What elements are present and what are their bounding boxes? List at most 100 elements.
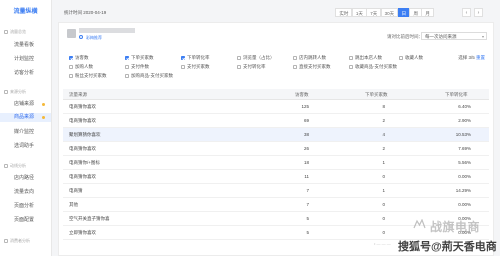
- cell-rate: 7.69%: [458, 146, 471, 151]
- nav-group-title: 动线分析: [10, 163, 26, 168]
- sidebar-item-page-analysis[interactable]: 页面分析: [0, 202, 51, 211]
- checkbox-icon: [125, 56, 129, 60]
- checkbox-icon: [399, 56, 403, 60]
- cell-buyers: 2: [382, 118, 385, 123]
- period-selector: 实时 1天 7天 30天 日 周 月: [335, 8, 434, 17]
- table-row[interactable]: 电商猜你喜欢 11 0 0.00%: [63, 170, 489, 184]
- metric-checkbox-visitors[interactable]: 访客数: [69, 55, 89, 61]
- table-row[interactable]: 其他 7 0 0.00%: [63, 198, 489, 212]
- checkbox-icon: [293, 65, 297, 69]
- sidebar-item-shop-source[interactable]: 店铺来源: [0, 100, 51, 109]
- cell-visitors: 11: [304, 174, 309, 179]
- period-7day-button[interactable]: 7天: [366, 8, 382, 17]
- cell-source: 电商猜你喜欢: [69, 104, 96, 109]
- checkbox-label: 粉丝支付买家数: [75, 73, 107, 78]
- metric-checkbox-instore-jump[interactable]: 店内跳转人数: [293, 55, 326, 61]
- checkbox-label: 浏览量（占比）: [243, 55, 275, 60]
- metric-checkbox-pageviews[interactable]: 浏览量（占比）: [237, 55, 275, 61]
- metric-checkbox-order-rate[interactable]: 下单转化率: [181, 55, 210, 61]
- recommend-icon: [79, 35, 83, 39]
- period-week-button[interactable]: 周: [409, 8, 422, 17]
- checkbox-label: 支付买家数: [187, 64, 210, 69]
- period-1day-button[interactable]: 1天: [351, 8, 367, 17]
- selected-prefix: 选择: [458, 55, 468, 60]
- cell-rate: 6.40%: [458, 104, 471, 109]
- checkbox-label: 下单转化率: [187, 55, 210, 60]
- sidebar-item-page-config[interactable]: 页面配置: [0, 216, 51, 225]
- checkbox-label: 支付件数: [131, 64, 149, 69]
- shop-name-redacted: [79, 28, 135, 33]
- sidebar-item-store-path[interactable]: 店内路径: [0, 174, 51, 183]
- cell-visitors: 38: [303, 132, 309, 137]
- metric-checkbox-bounce[interactable]: 跳出本店人数: [349, 55, 382, 61]
- nav-group-consumer: 消费者分析: [4, 238, 30, 244]
- sidebar-item-traffic-destination[interactable]: 流量去向: [0, 188, 51, 197]
- cell-visitors: 18: [303, 160, 309, 165]
- column-header-visitors[interactable]: 访客数: [295, 92, 309, 98]
- checkbox-icon: [69, 56, 73, 60]
- column-header-order-rate[interactable]: 下单转化率: [445, 92, 468, 98]
- table-row[interactable]: 聚划算猜你喜欢 38 4 10.53%: [63, 128, 489, 142]
- metric-checkbox-direct-pay[interactable]: 直接支付买家数: [293, 64, 331, 70]
- cell-buyers: 8: [382, 104, 385, 109]
- checkbox-label: 收藏商品-支付买家数: [355, 64, 397, 69]
- stat-time: 统计时间 2020-04-19: [64, 10, 107, 15]
- period-30day-button[interactable]: 30天: [380, 8, 399, 17]
- sidebar-item-label: 商品来源: [14, 114, 35, 120]
- metric-checkbox-paid-items[interactable]: 支付件数: [125, 64, 149, 70]
- metric-checkbox-fan-pay[interactable]: 粉丝支付买家数: [69, 73, 107, 79]
- nav-group-overview: 流量总览: [4, 29, 26, 35]
- metric-checkbox-order-buyers[interactable]: 下单买家数: [125, 55, 154, 61]
- cell-rate: 0.00%: [458, 202, 471, 207]
- metric-checkbox-cart[interactable]: 加购人数: [69, 64, 93, 70]
- table-row[interactable]: 电商猜你/+图标 18 1 5.56%: [63, 156, 489, 170]
- source-icon: [4, 90, 8, 94]
- table-header: 流量来源 访客数 下单买家数 下单转化率: [63, 89, 489, 100]
- cell-rate: 2.90%: [458, 118, 471, 123]
- metric-filters: 访客数 下单买家数 下单转化率 浏览量（占比） 店内跳转人数 跳出本店人数 收藏…: [69, 55, 489, 83]
- period-day-button[interactable]: 日: [397, 8, 411, 17]
- consumer-icon: [4, 239, 8, 243]
- selected-count: 选择 3/5 重置: [458, 55, 485, 61]
- sidebar-item-product-source[interactable]: 商品来源: [0, 113, 51, 122]
- watermark-brand: 战旗电商: [430, 220, 481, 234]
- next-date-button[interactable]: ›: [474, 8, 483, 17]
- cell-source: 聚划算猜你喜欢: [69, 132, 101, 137]
- table-row[interactable]: 电商猜 7 1 14.29%: [63, 184, 489, 198]
- column-header-order-buyers[interactable]: 下单买家数: [365, 92, 388, 98]
- sidebar-item-plan-monitor[interactable]: 计划监控: [0, 55, 51, 64]
- compare-select[interactable]: 每一次访问来源 ▾: [421, 32, 487, 40]
- checkbox-icon: [69, 74, 73, 78]
- reset-link[interactable]: 重置: [476, 55, 485, 60]
- cell-source: 电商猜你喜欢: [69, 146, 96, 151]
- table-row[interactable]: 电商猜你喜欢 26 2 7.69%: [63, 142, 489, 156]
- nav-group-source: 来源分析: [4, 89, 26, 95]
- nav-group-title: 来源分析: [10, 89, 26, 94]
- selected-value: 3/5: [468, 55, 475, 60]
- period-realtime-button[interactable]: 实时: [335, 8, 353, 17]
- cell-buyers: 1: [382, 160, 385, 165]
- table-row[interactable]: 电商猜你喜欢 125 8 6.40%: [63, 100, 489, 114]
- shop-sub-label: 彩梅推荐: [86, 35, 102, 40]
- metric-checkbox-paid-buyers[interactable]: 支付买家数: [181, 64, 210, 70]
- sidebar-item-traffic-board[interactable]: 流量看板: [0, 41, 51, 50]
- sidebar-item-media-monitor[interactable]: 媒介监控: [0, 128, 51, 137]
- cell-visitors: 5: [306, 230, 309, 235]
- table-row[interactable]: 电商猜你喜欢 69 2 2.90%: [63, 114, 489, 128]
- overview-icon: [4, 30, 8, 34]
- checkbox-label: 直接支付买家数: [299, 64, 331, 69]
- sidebar: 流量纵横 流量总览 流量看板 计划监控 访客分析 来源分析 店铺来源 商品来源 …: [0, 0, 52, 256]
- metric-checkbox-fav-pay[interactable]: 收藏商品-支付买家数: [349, 64, 397, 70]
- chevron-down-icon: ▾: [481, 34, 484, 39]
- cell-visitors: 125: [301, 104, 309, 109]
- period-month-button[interactable]: 月: [421, 8, 434, 17]
- metric-checkbox-cart-pay[interactable]: 加购商品-支付买家数: [125, 73, 173, 79]
- prev-date-button[interactable]: ‹: [462, 8, 471, 17]
- metric-checkbox-favorites[interactable]: 收藏人数: [399, 55, 423, 61]
- sidebar-item-visitor-analysis[interactable]: 访客分析: [0, 69, 51, 78]
- watermark-author: 搜狐号@荊天香电商: [398, 241, 497, 253]
- sidebar-item-keyword-helper[interactable]: 选词助手: [0, 142, 51, 151]
- metric-checkbox-pay-rate[interactable]: 支付转化率: [237, 64, 266, 70]
- column-header-source[interactable]: 流量来源: [69, 92, 87, 98]
- cell-visitors: 7: [306, 188, 309, 193]
